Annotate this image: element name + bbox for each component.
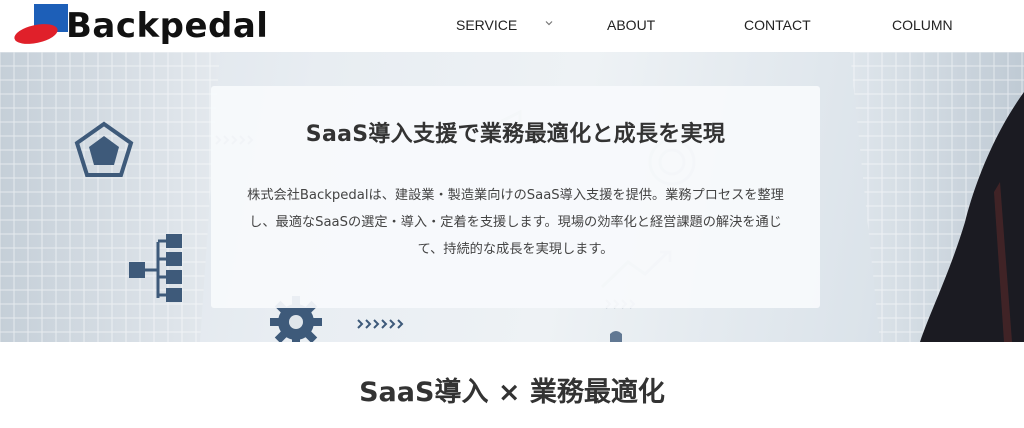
hero-banner: SaaS導入支援で業務最適化と成長を実現 株式会社Backpedalは、建設業・… [0,52,1024,342]
hero-description: 株式会社Backpedalは、建設業・製造業向けのSaaS導入支援を提供。業務プ… [247,188,784,257]
nav-item-contact[interactable]: CONTACT [744,17,811,33]
chevron-down-icon[interactable] [544,18,554,28]
section-title: SaaS導入 × 業務最適化 [359,377,665,408]
arrows-decoration-bottom [357,319,404,329]
site-header: Backpedal SERVICE ABOUT CONTACT COLUMN [0,0,1024,52]
main-nav: SERVICE ABOUT CONTACT COLUMN [0,0,1024,52]
hero-card: SaaS導入支援で業務最適化と成長を実現 株式会社Backpedalは、建設業・… [211,86,820,308]
hero-title: SaaS導入支援で業務最適化と成長を実現 [305,122,726,147]
nav-item-service[interactable]: SERVICE [456,17,517,33]
nav-item-column[interactable]: COLUMN [892,17,953,33]
nav-item-about[interactable]: ABOUT [607,17,655,33]
